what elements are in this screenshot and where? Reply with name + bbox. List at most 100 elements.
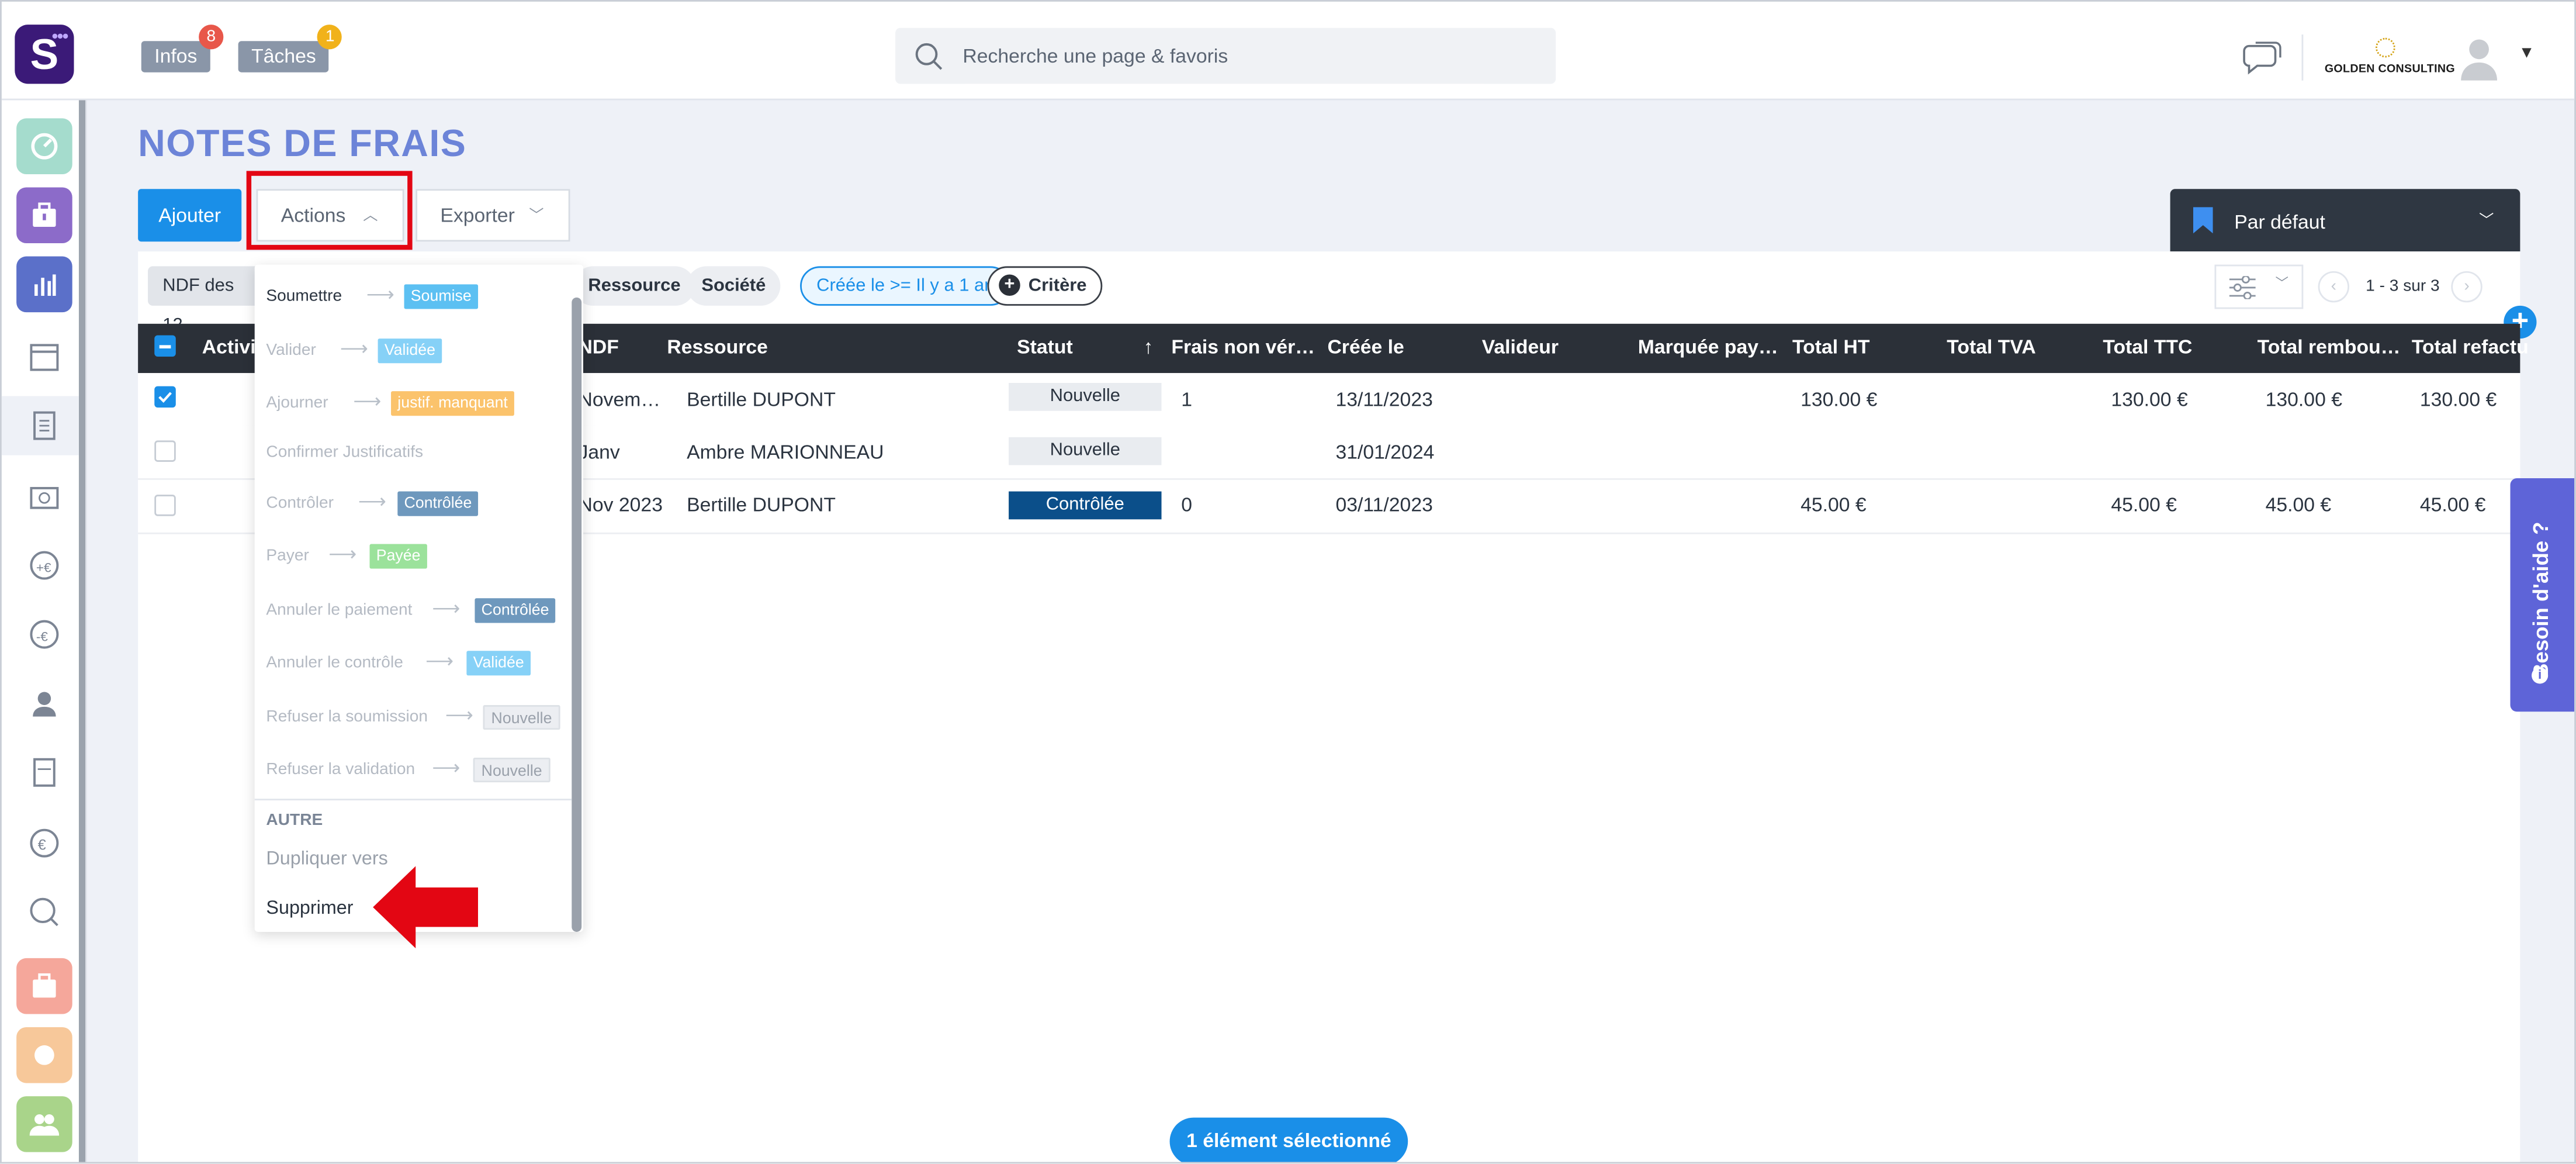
tasks-count-badge: 1: [317, 25, 342, 50]
column-header-resource[interactable]: Ressource: [667, 335, 768, 358]
avatar[interactable]: [2456, 34, 2502, 81]
status-tag-controlled: Contrôlée: [475, 598, 556, 623]
analytics-icon[interactable]: [28, 896, 61, 928]
sliders-icon: [2229, 276, 2256, 299]
menu-item-cancel-control[interactable]: Annuler le contrôle: [266, 654, 403, 672]
arrow-right-icon: ⟶: [432, 596, 461, 620]
column-header-total-rebilled[interactable]: Total refactu: [2412, 335, 2529, 358]
arrow-right-icon: ⟶: [425, 649, 454, 672]
add-criteria-button[interactable]: + Critère: [987, 266, 1103, 306]
app-logo[interactable]: S ●●●: [15, 25, 74, 84]
row-checkbox[interactable]: [154, 440, 176, 462]
column-header-total-ht[interactable]: Total HT: [1792, 335, 1869, 358]
company-logo-icon: [2375, 37, 2395, 58]
annotation-arrow-icon: [373, 866, 479, 949]
infos-count-badge: 8: [199, 25, 224, 50]
menu-item-delete[interactable]: Supprimer: [266, 899, 353, 919]
info-icon: i: [2532, 667, 2549, 684]
infos-label: Infos: [154, 44, 198, 68]
search-icon: [915, 43, 943, 70]
column-header-total-reimbursed[interactable]: Total rembou…: [2258, 335, 2401, 358]
annotation-highlight-box: [246, 171, 413, 250]
tasks-button[interactable]: Tâches 1: [238, 25, 342, 72]
settings-chevron-icon: ﹀: [2275, 276, 2289, 291]
menu-item-cancel-payment[interactable]: Annuler le paiement: [266, 602, 412, 620]
row-total-rebilled: 45.00 €: [2419, 493, 2486, 516]
column-header-validator[interactable]: Valideur: [1482, 335, 1559, 358]
next-page-button[interactable]: ›: [2451, 271, 2482, 303]
expense-icon[interactable]: -€: [28, 618, 61, 651]
row-total-ttc: 45.00 €: [2111, 493, 2177, 516]
export-label: Exporter: [440, 203, 515, 227]
expense-report-icon[interactable]: [28, 409, 61, 442]
filter-company-chip[interactable]: Société: [687, 266, 781, 306]
export-dropdown-button[interactable]: Exporter ﹀: [416, 189, 570, 242]
row-checkbox-checked[interactable]: [154, 386, 176, 408]
menu-section-other: AUTRE: [266, 811, 323, 830]
suitcase-icon: [33, 973, 56, 998]
view-selector[interactable]: Par défaut ﹀: [2170, 189, 2520, 252]
status-tag-missing-receipt: justif. manquant: [391, 391, 515, 416]
menu-item-pay[interactable]: Payer: [266, 547, 309, 565]
sidebar-item-projects[interactable]: [16, 187, 72, 244]
help-tab[interactable]: Besoin d'aide ? i: [2510, 478, 2575, 712]
sidebar-item-reports[interactable]: [16, 256, 72, 313]
row-ndf: Novem…: [578, 388, 661, 411]
menu-item-validate[interactable]: Valider: [266, 342, 316, 360]
income-icon[interactable]: +€: [28, 549, 61, 582]
row-ndf: Nov 2023: [578, 493, 663, 516]
column-header-ndf[interactable]: NDF: [579, 335, 619, 358]
chevron-down-icon: ﹀: [529, 207, 544, 224]
coin-icon: [34, 1045, 54, 1065]
filter-resource-chip[interactable]: Ressource: [573, 266, 695, 306]
column-settings-button[interactable]: ﹀: [2214, 264, 2304, 309]
row-created: 13/11/2023: [1335, 388, 1433, 411]
select-all-checkbox[interactable]: [154, 335, 176, 357]
pagination-info: 1 - 3 sur 3: [2366, 278, 2440, 296]
menu-scrollbar[interactable]: [572, 297, 582, 932]
column-header-unverified[interactable]: Frais non vér…: [1171, 335, 1315, 358]
column-header-created[interactable]: Créée le: [1327, 335, 1404, 358]
status-tag-controlled: Contrôlée: [397, 491, 479, 516]
calendar-icon[interactable]: [28, 340, 61, 373]
filter-created-chip[interactable]: Créée le >= Il y a 1 an: [800, 266, 1011, 306]
sidebar-item-team[interactable]: [16, 1096, 72, 1152]
saved-filter-chip[interactable]: NDF des 12: [148, 266, 263, 335]
arrow-right-icon: ⟶: [445, 703, 474, 727]
billing-icon[interactable]: €: [28, 827, 61, 859]
user-menu-caret-icon[interactable]: ▼: [2519, 44, 2535, 63]
status-badge: Contrôlée: [1009, 491, 1162, 520]
row-checkbox[interactable]: [154, 495, 176, 516]
prev-page-button[interactable]: ‹: [2318, 271, 2350, 303]
menu-item-reject-validation[interactable]: Refuser la validation: [266, 761, 415, 779]
add-button[interactable]: Ajouter: [138, 189, 242, 242]
menu-item-postpone[interactable]: Ajourner: [266, 395, 328, 413]
menu-item-confirm-receipts[interactable]: Confirmer Justificatifs: [266, 444, 423, 462]
menu-item-reject-submission[interactable]: Refuser la soumission: [266, 709, 428, 727]
menu-item-duplicate[interactable]: Dupliquer vers: [266, 849, 387, 869]
sidebar-item-payroll[interactable]: [16, 1027, 72, 1083]
arrow-right-icon: ⟶: [432, 756, 461, 779]
row-total-ttc: 130.00 €: [2111, 388, 2188, 411]
document-icon[interactable]: [28, 756, 61, 789]
top-bar: S ●●● Infos 8 Tâches 1 Recherche une page…: [1, 1, 2575, 101]
arrow-right-icon: ⟶: [328, 542, 357, 566]
infos-button[interactable]: Infos 8: [141, 25, 224, 72]
arrow-right-icon: ⟶: [366, 282, 395, 306]
person-icon[interactable]: [28, 687, 61, 720]
sidebar-item-dashboard[interactable]: [16, 118, 72, 174]
menu-item-control[interactable]: Contrôler: [266, 495, 334, 513]
timesheet-icon[interactable]: [28, 480, 61, 513]
column-header-total-ttc[interactable]: Total TTC: [2103, 335, 2192, 358]
menu-item-submit[interactable]: Soumettre: [266, 288, 342, 306]
row-total-ht: 130.00 €: [1801, 388, 1878, 411]
column-header-total-tva[interactable]: Total TVA: [1947, 335, 2035, 358]
selection-count-button[interactable]: 1 élément sélectionné: [1169, 1117, 1408, 1162]
row-total-rebilled: 130.00 €: [2419, 388, 2497, 411]
sidebar-scrollbar[interactable]: [78, 100, 86, 1162]
search-input[interactable]: Recherche une page & favoris: [895, 27, 1556, 84]
chat-icon[interactable]: [2242, 39, 2281, 75]
column-header-status[interactable]: Statut: [1017, 335, 1073, 358]
sidebar-item-missions[interactable]: [16, 958, 72, 1014]
column-header-marked-paid[interactable]: Marquée pay…: [1638, 335, 1778, 358]
